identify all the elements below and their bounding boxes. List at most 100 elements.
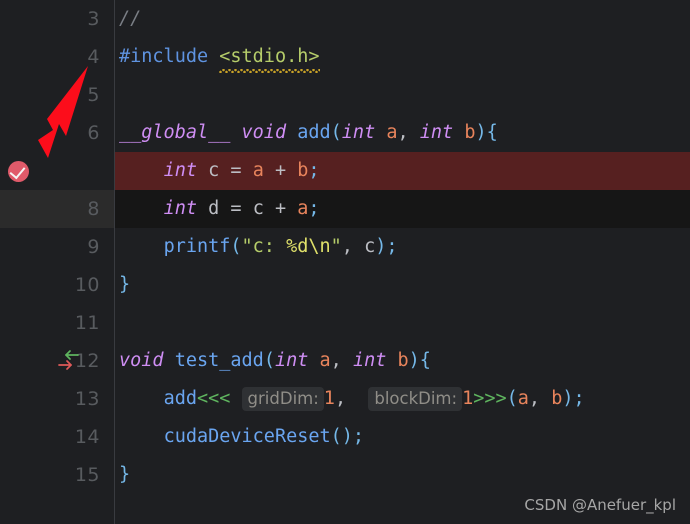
token-escape-newline: \n xyxy=(308,236,331,257)
token-paren-open: ( xyxy=(330,426,342,447)
token-var-c: c xyxy=(208,160,220,181)
token-paren-close: ) xyxy=(408,350,420,371)
token-function-test-add: test_add xyxy=(174,350,264,371)
editor-row-breakpoint[interactable]: int c = a + b; xyxy=(0,152,690,190)
line-number: 5 xyxy=(87,84,100,106)
token-var-d: d xyxy=(208,198,220,219)
token-function-add: add xyxy=(163,388,197,409)
editor-row[interactable]: 12 void test_add(int a, int b){ xyxy=(0,342,690,380)
line-number: 6 xyxy=(87,122,100,144)
gutter-line-8[interactable]: 8 xyxy=(0,190,114,228)
code-editor[interactable]: 3 // 4 #include <stdio.h> 5 6 __global__… xyxy=(0,0,690,524)
editor-row[interactable]: 10 } xyxy=(0,266,690,304)
editor-row[interactable]: 4 #include <stdio.h> xyxy=(0,38,690,76)
gutter-divider xyxy=(114,0,115,524)
token-param-b: b xyxy=(397,350,409,371)
editor-row[interactable]: 3 // xyxy=(0,0,690,38)
editor-row[interactable]: 5 xyxy=(0,76,690,114)
token-format-specifier: %d xyxy=(286,236,309,257)
breakpoint-checkmark xyxy=(9,162,26,180)
token-function-printf: printf xyxy=(163,236,231,257)
code-line-14[interactable]: cudaDeviceReset(); xyxy=(114,418,690,456)
token-string-tail: " xyxy=(330,236,342,257)
code-line-15[interactable]: } xyxy=(114,456,690,494)
token-assign: = xyxy=(230,160,242,181)
token-keyword-int: int xyxy=(274,350,309,371)
token-paren-close: ) xyxy=(475,122,487,143)
code-line-11[interactable] xyxy=(114,304,690,342)
inline-hint-griddim[interactable]: gridDim: xyxy=(241,387,324,411)
token-paren-open: ( xyxy=(230,236,242,257)
token-semicolon: ; xyxy=(386,236,398,257)
token-keyword-int: int xyxy=(341,122,376,143)
editor-row[interactable]: 6 __global__ void add(int a, int b){ xyxy=(0,114,690,152)
line-number: 8 xyxy=(87,198,100,220)
token-keyword-void: void xyxy=(241,122,287,143)
token-param-b: b xyxy=(297,160,309,181)
line-number: 10 xyxy=(74,274,100,296)
line-number: 15 xyxy=(74,464,100,486)
line-number: 11 xyxy=(74,312,100,334)
breakpoint-checked-icon[interactable] xyxy=(8,161,29,182)
editor-row[interactable]: 14 cudaDeviceReset(); xyxy=(0,418,690,456)
token-keyword-global: __global__ xyxy=(119,122,231,143)
gutter-line-5[interactable]: 5 xyxy=(0,76,114,114)
token-brace-close: } xyxy=(119,464,131,485)
token-kernel-close: >>> xyxy=(473,388,507,409)
token-keyword-int: int xyxy=(163,160,197,181)
token-paren-close: ) xyxy=(341,426,353,447)
editor-row[interactable]: 9 printf("c: %d\n", c); xyxy=(0,228,690,266)
token-header-with-warning: <stdio.h> xyxy=(219,38,320,76)
code-line-4[interactable]: #include <stdio.h> xyxy=(114,38,690,76)
token-kernel-open: <<< xyxy=(196,388,231,409)
gutter-line-13[interactable]: 13 xyxy=(0,380,114,418)
code-line-13[interactable]: add<<< gridDim: 1, blockDim: 1>>>(a, b); xyxy=(114,380,690,418)
code-line-5[interactable] xyxy=(114,76,690,114)
token-assign: = xyxy=(230,198,242,219)
editor-row[interactable]: 11 xyxy=(0,304,690,342)
token-function-cudadevicereset: cudaDeviceReset xyxy=(163,426,331,447)
token-param-b: b xyxy=(464,122,476,143)
gutter-line-3[interactable]: 3 xyxy=(0,0,114,38)
code-line-10[interactable]: } xyxy=(114,266,690,304)
code-line-3[interactable]: // xyxy=(114,0,690,38)
gutter-line-9[interactable]: 9 xyxy=(0,228,114,266)
token-semicolon: ; xyxy=(308,160,320,181)
inline-hint-blockdim[interactable]: blockDim: xyxy=(368,387,463,411)
gutter-line-14[interactable]: 14 xyxy=(0,418,114,456)
code-line-9[interactable]: printf("c: %d\n", c); xyxy=(114,228,690,266)
editor-row-current[interactable]: 8 int d = c + a; xyxy=(0,190,690,228)
code-line-8[interactable]: int d = c + a; xyxy=(114,190,690,228)
token-paren-close: ) xyxy=(375,236,387,257)
code-line-7[interactable]: int c = a + b; xyxy=(114,152,690,190)
token-brace-open: { xyxy=(486,122,498,143)
token-brace-open: { xyxy=(419,350,431,371)
token-param-a: a xyxy=(386,122,398,143)
line-number: 13 xyxy=(74,388,100,410)
gutter-line-12[interactable]: 12 xyxy=(0,342,114,380)
token-comma: , xyxy=(397,122,409,143)
token-keyword-void: void xyxy=(119,350,164,371)
token-comma: , xyxy=(528,388,541,409)
gutter-line-7[interactable] xyxy=(0,152,114,190)
gutter-line-10[interactable]: 10 xyxy=(0,266,114,304)
token-paren-open: ( xyxy=(263,350,275,371)
token-keyword-int: int xyxy=(419,122,454,143)
code-line-12[interactable]: void test_add(int a, int b){ xyxy=(114,342,690,380)
token-semicolon: ; xyxy=(352,426,365,447)
gutter-line-15[interactable]: 15 xyxy=(0,456,114,494)
token-comma: , xyxy=(341,236,353,257)
code-line-6[interactable]: __global__ void add(int a, int b){ xyxy=(114,114,690,152)
editor-row[interactable]: 15 } xyxy=(0,456,690,494)
token-brace-close: } xyxy=(119,274,131,295)
editor-row[interactable]: 13 add<<< gridDim: 1, blockDim: 1>>>(a, b)… xyxy=(0,380,690,418)
gutter-line-11[interactable]: 11 xyxy=(0,304,114,342)
token-number-griddim: 1 xyxy=(323,388,335,409)
token-number-blockdim: 1 xyxy=(462,388,474,409)
implemented-override-arrows-icon[interactable] xyxy=(57,350,81,372)
gutter-line-4[interactable]: 4 xyxy=(0,38,114,76)
token-comma: , xyxy=(330,350,342,371)
token-comma: , xyxy=(334,388,347,409)
gutter-line-6[interactable]: 6 xyxy=(0,114,114,152)
